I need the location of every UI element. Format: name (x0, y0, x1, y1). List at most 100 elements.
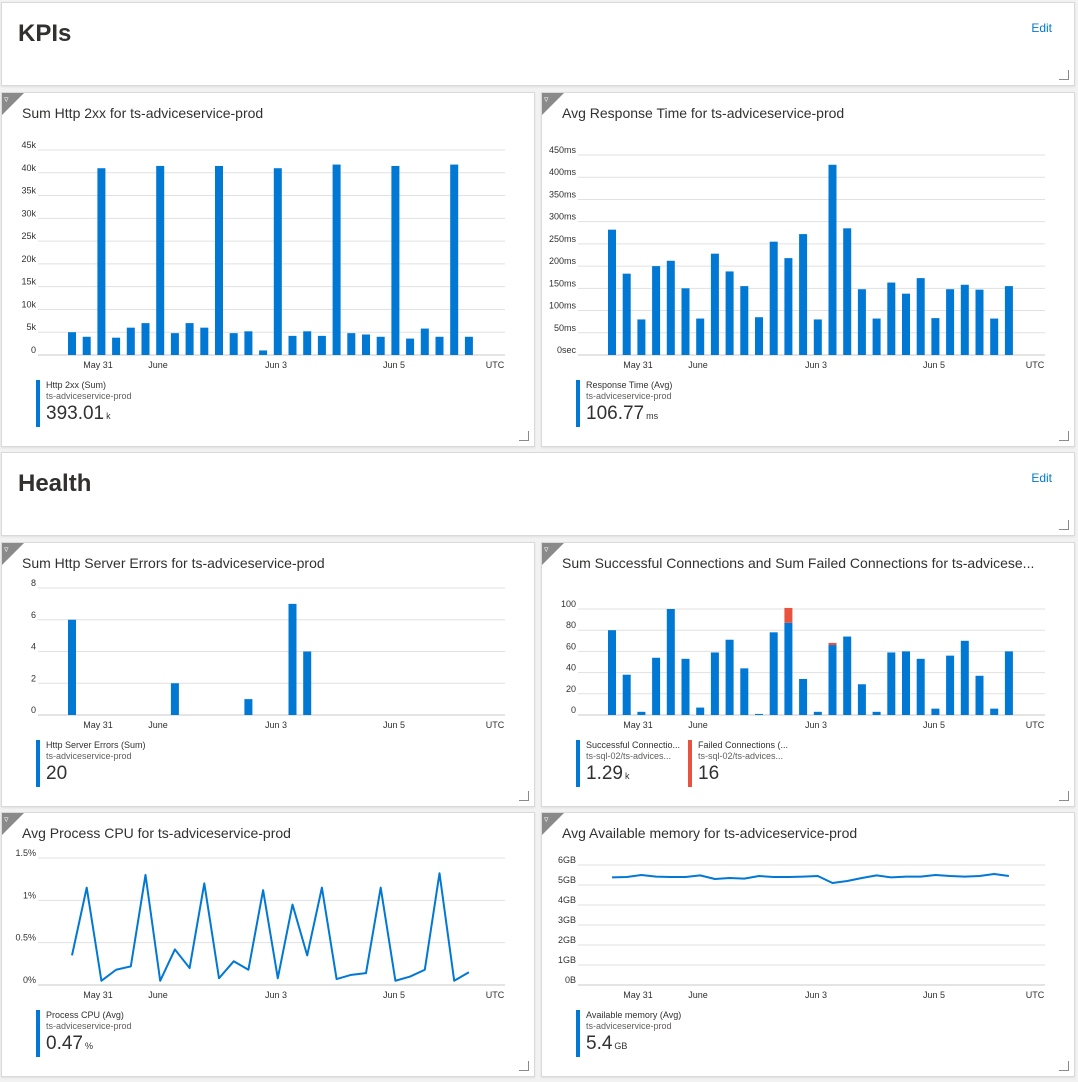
bar[interactable] (170, 333, 179, 355)
bar[interactable] (391, 165, 400, 355)
bar[interactable] (303, 651, 312, 716)
bar[interactable] (288, 603, 297, 715)
bar[interactable] (887, 652, 896, 715)
bar[interactable] (975, 675, 984, 715)
bar[interactable] (362, 334, 370, 356)
bar[interactable] (1004, 651, 1013, 715)
bar[interactable] (666, 609, 675, 715)
bar[interactable] (652, 657, 661, 715)
bar[interactable] (828, 645, 837, 715)
bar[interactable] (376, 336, 385, 355)
bar[interactable] (259, 350, 268, 355)
bar[interactable] (435, 336, 444, 355)
edit-health-link[interactable]: Edit (1031, 471, 1052, 485)
bar[interactable] (740, 668, 749, 715)
bar[interactable] (244, 331, 253, 355)
resize-handle-icon[interactable] (1059, 1061, 1069, 1071)
bar[interactable] (710, 652, 719, 715)
bar[interactable] (229, 333, 238, 355)
bar[interactable] (710, 253, 719, 355)
resize-handle-icon[interactable] (1059, 431, 1069, 441)
bar[interactable] (696, 707, 705, 715)
chart-tile-server-errors[interactable]: ▿ Sum Http Server Errors for ts-advicese… (1, 542, 535, 807)
bar[interactable] (946, 655, 955, 715)
chart-tile-response-time[interactable]: ▿ Avg Response Time for ts-adviceservice… (541, 92, 1075, 447)
bar[interactable] (185, 323, 194, 355)
bar[interactable] (244, 699, 253, 715)
bar[interactable] (828, 164, 837, 355)
bar[interactable] (857, 289, 866, 355)
bar[interactable] (828, 642, 837, 646)
bar[interactable] (141, 323, 150, 355)
bar[interactable] (82, 336, 91, 355)
bar[interactable] (799, 678, 808, 715)
series-line[interactable] (611, 873, 1010, 884)
chart-tile-process-cpu[interactable]: ▿ Avg Process CPU for ts-adviceservice-p… (1, 812, 535, 1077)
bar[interactable] (608, 630, 616, 715)
bar[interactable] (946, 289, 955, 355)
bar[interactable] (170, 683, 179, 715)
bar[interactable] (406, 338, 415, 355)
bar[interactable] (696, 318, 705, 355)
bar[interactable] (784, 622, 793, 715)
bar[interactable] (317, 335, 326, 355)
bar[interactable] (637, 319, 646, 355)
bar[interactable] (960, 640, 969, 715)
resize-handle-icon[interactable] (1059, 520, 1069, 530)
bar[interactable] (725, 271, 734, 355)
bar[interactable] (126, 327, 135, 355)
bar[interactable] (990, 708, 999, 715)
bar[interactable] (156, 165, 165, 355)
bar[interactable] (347, 333, 356, 355)
bar[interactable] (622, 674, 631, 715)
bar[interactable] (740, 286, 749, 355)
bar[interactable] (666, 260, 675, 355)
bar[interactable] (608, 229, 616, 355)
bar[interactable] (872, 711, 881, 715)
bar[interactable] (215, 165, 223, 355)
bar[interactable] (960, 284, 969, 355)
bar[interactable] (769, 241, 778, 355)
bar[interactable] (916, 658, 925, 715)
chart-tile-connections[interactable]: ▿ Sum Successful Connections and Sum Fai… (541, 542, 1075, 807)
bar[interactable] (931, 708, 940, 715)
bar[interactable] (813, 319, 822, 355)
bar[interactable] (916, 278, 925, 355)
bar[interactable] (303, 331, 312, 355)
bar[interactable] (332, 164, 341, 355)
bar[interactable] (872, 318, 881, 355)
bar[interactable] (68, 619, 76, 715)
bar[interactable] (902, 293, 910, 355)
resize-handle-icon[interactable] (1059, 70, 1069, 80)
bar[interactable] (784, 258, 793, 355)
bar[interactable] (755, 317, 763, 355)
chart-tile-available-memory[interactable]: ▿ Avg Available memory for ts-adviceserv… (541, 812, 1075, 1077)
bar[interactable] (464, 336, 473, 355)
resize-handle-icon[interactable] (1059, 791, 1069, 801)
resize-handle-icon[interactable] (519, 431, 529, 441)
bar[interactable] (799, 234, 808, 355)
bar[interactable] (450, 164, 459, 355)
resize-handle-icon[interactable] (519, 1061, 529, 1071)
bar[interactable] (637, 711, 646, 715)
chart-tile-http-2xx[interactable]: ▿ Sum Http 2xx for ts-adviceservice-prod… (1, 92, 535, 447)
edit-kpis-link[interactable]: Edit (1031, 21, 1052, 35)
bar[interactable] (622, 273, 631, 355)
bar[interactable] (843, 636, 852, 715)
bar[interactable] (725, 639, 734, 715)
bar[interactable] (931, 318, 940, 355)
bar[interactable] (112, 337, 121, 355)
bar[interactable] (652, 266, 661, 355)
resize-handle-icon[interactable] (519, 791, 529, 801)
bar[interactable] (273, 168, 282, 355)
series-line[interactable] (71, 872, 470, 982)
bar[interactable] (902, 651, 910, 715)
bar[interactable] (990, 318, 999, 355)
bar[interactable] (887, 282, 896, 355)
bar[interactable] (857, 684, 866, 715)
bar[interactable] (420, 328, 429, 355)
bar[interactable] (755, 713, 763, 715)
bar[interactable] (200, 327, 209, 355)
bar[interactable] (1004, 286, 1013, 355)
bar[interactable] (975, 289, 984, 355)
